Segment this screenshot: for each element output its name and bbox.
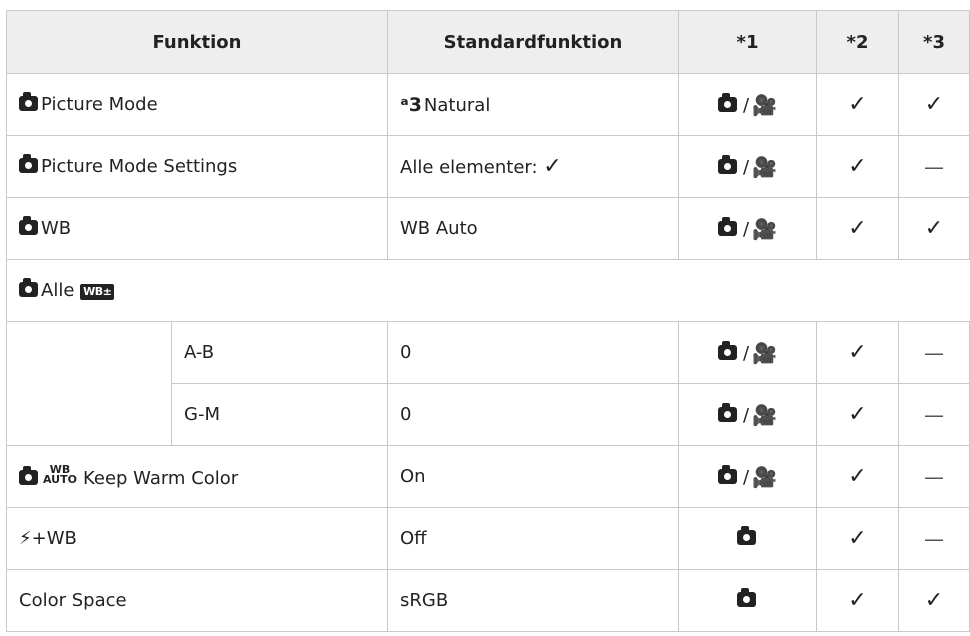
dash-icon: — bbox=[924, 154, 944, 179]
movie-camera-icon: 🎥 bbox=[752, 216, 777, 241]
movie-camera-icon: 🎥 bbox=[752, 402, 777, 427]
table-row: A-B 0 /🎥 ✓ — bbox=[6, 321, 970, 446]
table-row: Picture Mode Settings Alle elementer: ✓ … bbox=[6, 135, 970, 198]
row-label-a-b: A-B bbox=[171, 321, 388, 384]
table-row: Color Space sRGB ✓ ✓ bbox=[6, 569, 970, 632]
wb-compensation-icon: WB± bbox=[80, 284, 115, 300]
header-standardfunktion: Standardfunktion bbox=[387, 10, 679, 74]
slash-separator: / bbox=[743, 404, 750, 426]
check-icon: ✓ bbox=[924, 588, 944, 613]
row-label-keep-warm-color: Keep Warm Color bbox=[82, 467, 239, 489]
dash-icon: — bbox=[924, 402, 944, 427]
table-row: WB AUTO Keep Warm Color On / 🎥 ✓ — bbox=[6, 445, 970, 508]
camera-icon bbox=[718, 154, 737, 174]
row-label-picture-mode: Picture Mode bbox=[41, 94, 158, 115]
movie-camera-icon: 🎥 bbox=[752, 464, 777, 489]
slash-separator: / bbox=[743, 156, 750, 178]
movie-camera-icon: 🎥 bbox=[752, 154, 777, 179]
default-value: WB Auto bbox=[387, 197, 679, 260]
default-value: 0 bbox=[387, 321, 679, 384]
movie-camera-icon: 🎥 bbox=[752, 340, 777, 365]
movie-camera-icon: 🎥 bbox=[752, 92, 777, 117]
check-icon: ✓ bbox=[848, 402, 867, 427]
camera-icon bbox=[19, 216, 38, 235]
table-row: Alle WB± bbox=[6, 259, 970, 322]
check-icon: ✓ bbox=[848, 216, 867, 241]
check-icon: ✓ bbox=[924, 216, 944, 241]
slash-separator: / bbox=[743, 342, 750, 364]
table-header-row: Funktion Standardfunktion *1 *2 *3 bbox=[6, 10, 970, 74]
check-icon: ✓ bbox=[543, 154, 562, 179]
default-value: Off bbox=[387, 507, 679, 570]
row-label-wb: WB bbox=[41, 218, 72, 239]
picture-mode-natural-icon: ᵃ3 bbox=[400, 93, 422, 116]
camera-icon bbox=[19, 465, 38, 485]
row-label-picture-mode-settings: Picture Mode Settings bbox=[41, 156, 238, 177]
row-label-color-space: Color Space bbox=[6, 569, 388, 632]
header-funktion: Funktion bbox=[6, 10, 388, 74]
dash-icon: — bbox=[924, 464, 944, 489]
dash-icon: — bbox=[924, 526, 944, 551]
dash-icon: — bbox=[924, 340, 944, 365]
check-icon: ✓ bbox=[848, 588, 867, 613]
slash-separator: / bbox=[743, 218, 750, 240]
table-row: ⚡+WB Off ✓ — bbox=[6, 507, 970, 570]
row-label-g-m: G-M bbox=[171, 383, 388, 446]
table-row: WB WB Auto / 🎥 ✓ ✓ bbox=[6, 197, 970, 260]
slash-separator: / bbox=[743, 94, 750, 116]
header-col-1: *1 bbox=[678, 10, 817, 74]
default-value: Natural bbox=[423, 94, 491, 116]
row-label-all-wb: Alle bbox=[41, 280, 75, 301]
camera-icon bbox=[736, 526, 756, 545]
flash-icon: ⚡ bbox=[19, 528, 32, 549]
default-value: 0 bbox=[387, 383, 679, 446]
camera-icon bbox=[736, 588, 756, 607]
row-label-flash-wb: +WB bbox=[31, 528, 77, 549]
camera-icon bbox=[19, 92, 38, 111]
header-col-2: *2 bbox=[816, 10, 899, 74]
table-row: Picture Mode ᵃ3 Natural / 🎥 ✓ ✓ bbox=[6, 73, 970, 136]
camera-icon bbox=[718, 216, 737, 236]
indent-cell bbox=[6, 321, 172, 446]
default-value: sRGB bbox=[387, 569, 679, 632]
camera-icon bbox=[718, 464, 737, 484]
camera-icon bbox=[718, 340, 737, 360]
check-icon: ✓ bbox=[848, 340, 867, 365]
check-icon: ✓ bbox=[848, 154, 867, 179]
check-icon: ✓ bbox=[924, 92, 944, 117]
check-icon: ✓ bbox=[848, 526, 867, 551]
check-icon: ✓ bbox=[848, 92, 867, 117]
wb-auto-icon: WB AUTO bbox=[43, 462, 77, 486]
default-value: Alle elementer: bbox=[400, 157, 538, 178]
camera-icon bbox=[19, 154, 38, 173]
camera-icon bbox=[718, 92, 737, 112]
default-value: On bbox=[387, 445, 679, 508]
header-col-3: *3 bbox=[898, 10, 970, 74]
slash-separator: / bbox=[743, 466, 750, 488]
check-icon: ✓ bbox=[848, 464, 867, 489]
camera-icon bbox=[19, 278, 38, 297]
settings-table: Funktion Standardfunktion *1 *2 *3 Pictu… bbox=[6, 10, 970, 632]
camera-icon bbox=[718, 402, 737, 422]
